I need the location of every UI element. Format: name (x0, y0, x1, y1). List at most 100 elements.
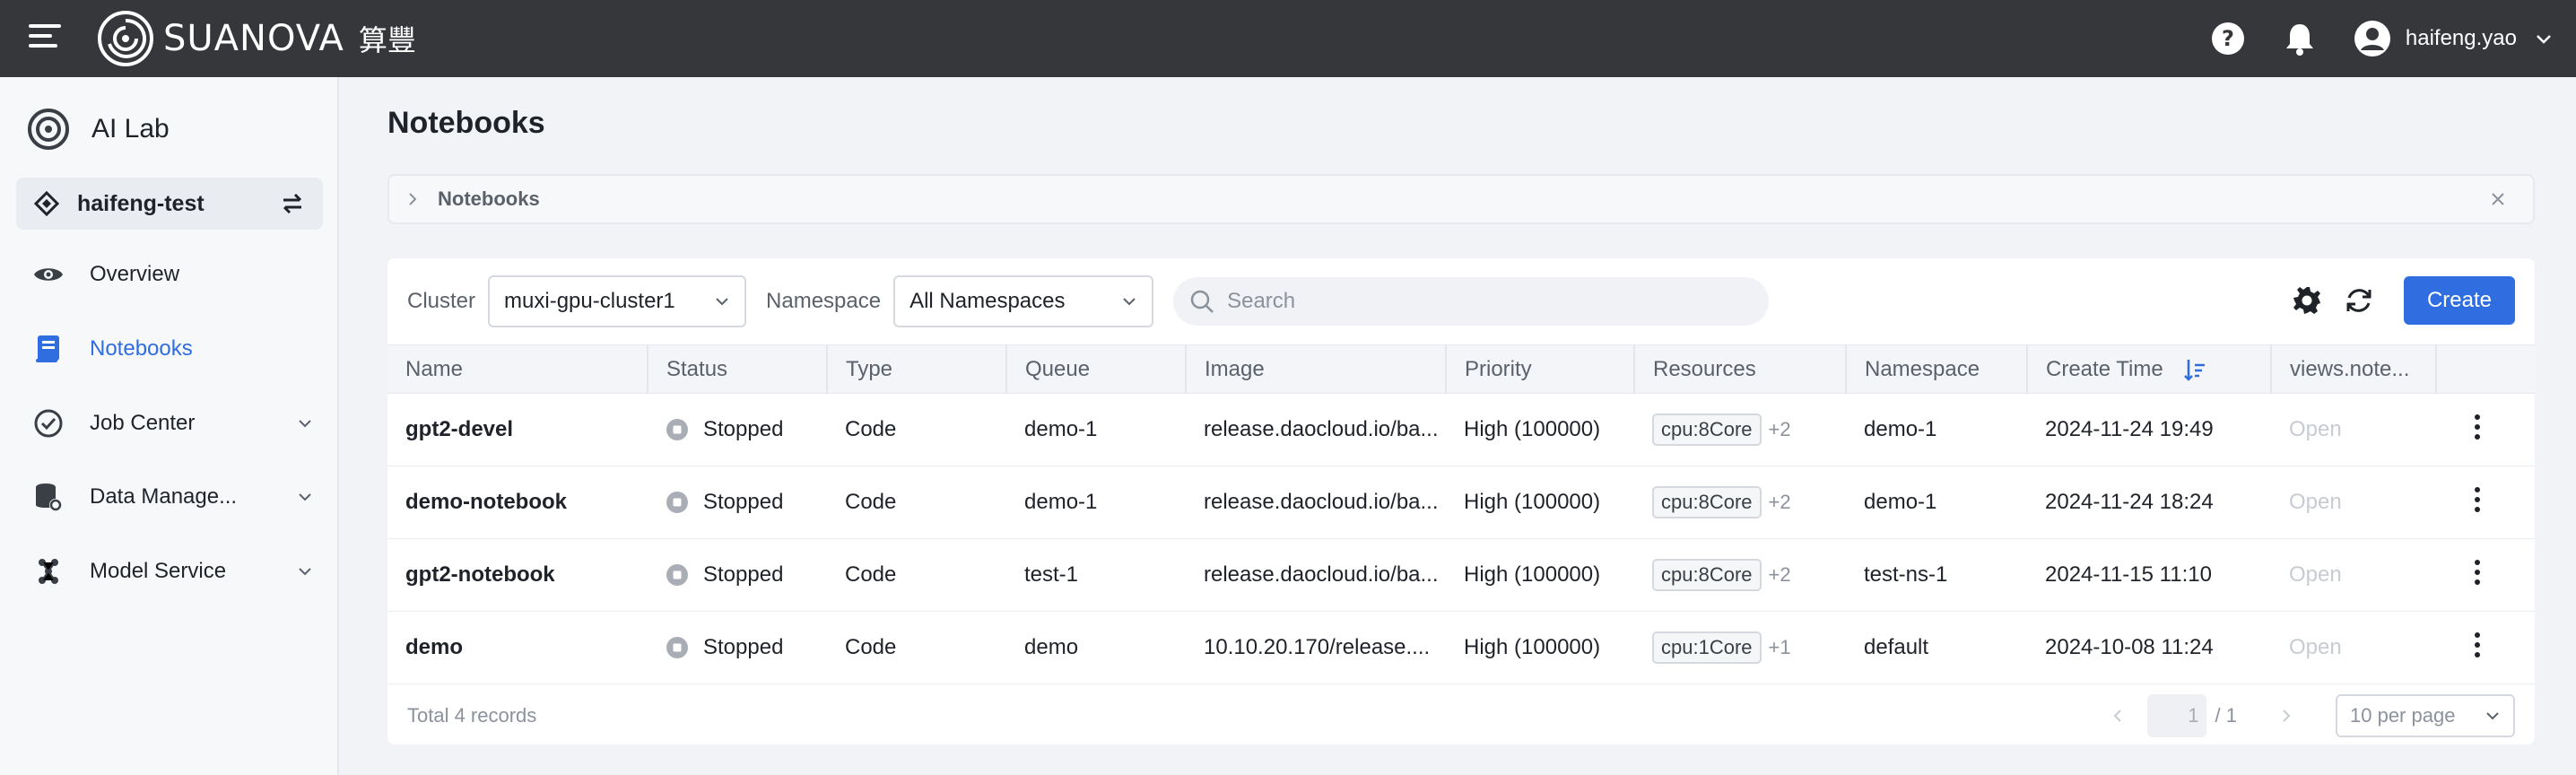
column-header-priority[interactable]: Priority (1445, 344, 1634, 394)
job-icon (32, 407, 65, 440)
resource-more-count[interactable]: +2 (1769, 563, 1791, 587)
menu-cell (2436, 393, 2535, 466)
menu-cell (2436, 538, 2535, 612)
page-total: / 1 (2215, 704, 2237, 727)
sidebar-item-label: Job Center (90, 411, 196, 435)
search-input[interactable] (1227, 289, 1748, 314)
table-header-row: Name Status Type Queue Image Priority Re… (387, 344, 2535, 394)
search-box[interactable] (1173, 277, 1770, 326)
status-text: Stopped (703, 635, 784, 659)
table-row[interactable]: gpt2-notebook Stopped Code test-1 release.da… (387, 538, 2535, 612)
sidebar-item-job-center[interactable]: Job Center (0, 396, 339, 450)
cluster-select[interactable]: muxi-gpu-cluster1 (488, 275, 747, 327)
workspace-switcher[interactable]: haifeng-test (16, 178, 323, 230)
notebook-icon (32, 333, 65, 365)
menu-cell (2436, 466, 2535, 539)
notebook-name[interactable]: demo-notebook (387, 466, 648, 539)
more-actions-icon[interactable] (2474, 486, 2481, 513)
notebook-name[interactable]: gpt2-devel (387, 393, 648, 466)
resource-tag: cpu:8Core (1652, 559, 1762, 591)
swap-icon[interactable] (278, 189, 307, 218)
top-bar: SUANOVA 算豐 ? haifeng.yao (0, 0, 2576, 77)
more-actions-icon[interactable] (2474, 559, 2481, 586)
resources-cell: cpu:8Core +2 (1634, 466, 1846, 539)
column-header-create-time[interactable]: Create Time (2026, 344, 2271, 394)
more-actions-icon[interactable] (2474, 414, 2481, 440)
workspace-icon (34, 191, 59, 216)
open-cell: Open (2271, 393, 2436, 466)
sidebar-item-label: Notebooks (90, 336, 193, 361)
column-header-menu (2435, 344, 2535, 394)
next-page-icon[interactable] (2278, 708, 2294, 724)
priority-cell: High (100000) (1446, 611, 1634, 684)
image-cell: 10.10.20.170/release.... (1186, 611, 1446, 684)
create-time-cell: 2024-11-24 18:24 (2027, 466, 2271, 539)
table-row[interactable]: demo Stopped Code demo 10.10.20.170/release.… (387, 611, 2535, 684)
open-cell: Open (2271, 538, 2436, 612)
image-cell: release.daocloud.io/ba... (1186, 393, 1446, 466)
sidebar-item-model-service[interactable]: Model Service (0, 544, 339, 598)
create-time-cell: 2024-11-24 19:49 (2027, 393, 2271, 466)
bell-icon[interactable] (2282, 21, 2318, 57)
notebook-name[interactable]: demo (387, 611, 648, 684)
open-link[interactable]: Open (2289, 490, 2342, 514)
namespace-select[interactable]: All Namespaces (893, 275, 1154, 327)
refresh-icon[interactable] (2343, 284, 2375, 317)
column-header-status[interactable]: Status (647, 344, 827, 394)
app-title: AI Lab (27, 108, 170, 151)
status-cell: Stopped (648, 466, 827, 539)
priority-cell: High (100000) (1446, 466, 1634, 539)
page-number-input[interactable]: 1 (2146, 694, 2206, 737)
namespace-label: Namespace (766, 289, 882, 313)
column-header-image[interactable]: Image (1185, 344, 1446, 394)
column-header-resources[interactable]: Resources (1633, 344, 1846, 394)
column-header-type[interactable]: Type (826, 344, 1006, 394)
settings-gear-icon[interactable] (2291, 284, 2323, 317)
logo[interactable]: SUANOVA 算豐 (97, 10, 416, 67)
type-cell: Code (827, 538, 1006, 612)
breadcrumb-item[interactable]: Notebooks (438, 187, 2488, 211)
create-button[interactable]: Create (2403, 276, 2515, 325)
help-icon[interactable]: ? (2210, 21, 2246, 57)
open-link[interactable]: Open (2289, 562, 2342, 587)
resource-tag: cpu:8Core (1652, 486, 1762, 518)
resource-more-count[interactable]: +2 (1769, 418, 1791, 441)
resource-tag: cpu:8Core (1652, 414, 1762, 446)
priority-cell: High (100000) (1446, 393, 1634, 466)
open-link[interactable]: Open (2289, 417, 2342, 441)
close-icon[interactable] (2488, 189, 2508, 209)
sidebar-item-data-management[interactable]: Data Manage... (0, 470, 339, 524)
type-cell: Code (827, 611, 1006, 684)
stopped-status-icon (666, 419, 688, 440)
user-avatar-icon (2354, 21, 2390, 57)
user-menu[interactable]: haifeng.yao (2354, 20, 2553, 57)
priority-cell: High (100000) (1446, 538, 1634, 612)
resource-more-count[interactable]: +1 (1769, 636, 1791, 659)
type-cell: Code (827, 393, 1006, 466)
column-header-name[interactable]: Name (387, 344, 648, 394)
status-cell: Stopped (648, 538, 827, 612)
sidebar-item-notebooks[interactable]: Notebooks (0, 322, 339, 376)
table-row[interactable]: demo-notebook Stopped Code demo-1 release.da… (387, 466, 2535, 539)
sort-descending-icon[interactable] (2183, 358, 2206, 381)
column-header-queue[interactable]: Queue (1005, 344, 1186, 394)
logo-text: SUANOVA (163, 18, 344, 59)
sidebar-item-overview[interactable]: Overview (0, 248, 339, 301)
cluster-label: Cluster (407, 289, 476, 313)
menu-icon[interactable] (29, 24, 61, 51)
open-link[interactable]: Open (2289, 635, 2342, 659)
chevron-right-icon[interactable] (405, 192, 420, 206)
breadcrumb: Notebooks (387, 174, 2535, 224)
table-row[interactable]: gpt2-devel Stopped Code demo-1 release.daocl… (387, 393, 2535, 466)
namespace-cell: default (1846, 611, 2027, 684)
more-actions-icon[interactable] (2474, 631, 2481, 658)
column-header-namespace[interactable]: Namespace (1845, 344, 2027, 394)
chevron-down-icon (716, 298, 728, 306)
column-header-actions-open[interactable]: views.note... (2270, 344, 2436, 394)
per-page-select[interactable]: 10 per page (2336, 694, 2515, 737)
resources-cell: cpu:8Core +2 (1634, 393, 1846, 466)
notebook-name[interactable]: gpt2-notebook (387, 538, 648, 612)
resource-more-count[interactable]: +2 (1769, 491, 1791, 514)
prev-page-icon[interactable] (2110, 708, 2126, 724)
stopped-status-icon (666, 492, 688, 513)
